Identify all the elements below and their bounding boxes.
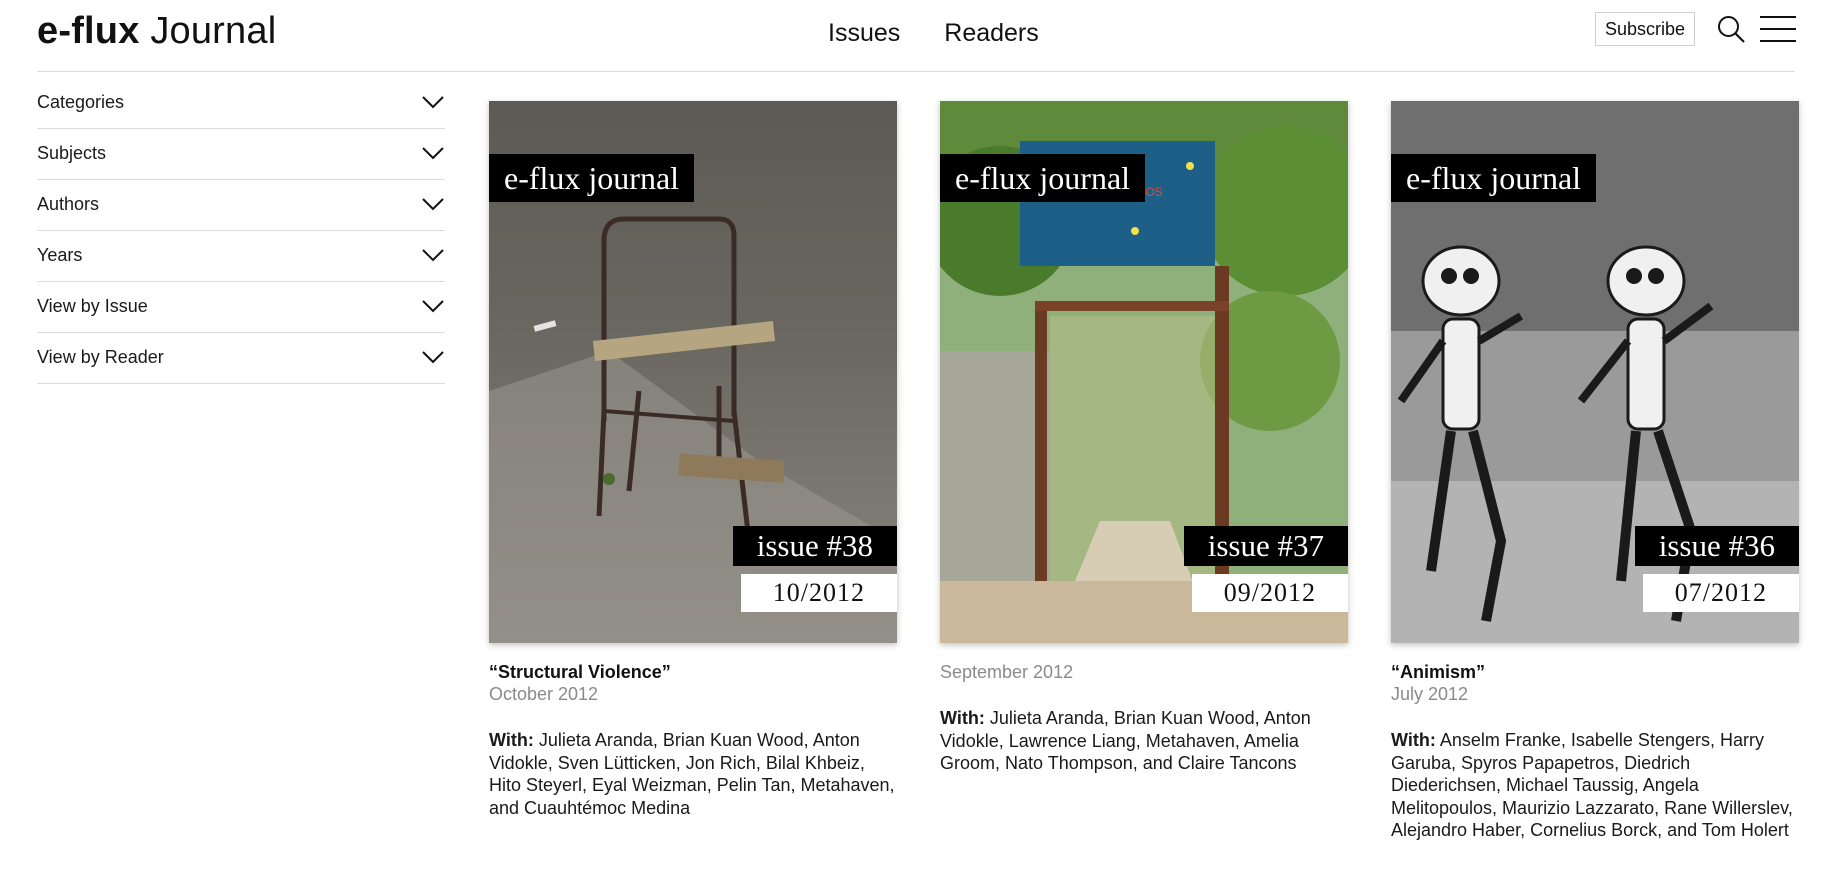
with-label: With: [489, 730, 534, 750]
issue-date-label: 10/2012 [740, 574, 897, 612]
filter-label: Authors [37, 194, 100, 214]
issue-number: issue #38 [732, 526, 897, 566]
issue-date-label: 09/2012 [1191, 574, 1348, 612]
issue-card: e-flux journal issue #38 10/2012 “Struct… [489, 101, 897, 819]
with-label: With: [940, 708, 985, 728]
search-icon[interactable] [1716, 14, 1746, 44]
chevron-down-icon [422, 351, 444, 364]
filter-subjects[interactable]: Subjects [37, 129, 445, 180]
filter-authors[interactable]: Authors [37, 180, 445, 231]
logo-product: Journal [150, 10, 277, 52]
filter-label: Years [37, 245, 83, 265]
issue-number: issue #37 [1183, 526, 1348, 566]
issue-cover[interactable]: e-flux journal issue #38 10/2012 [489, 101, 897, 643]
filter-sidebar: Categories Subjects Authors Years View b… [37, 78, 445, 384]
contributors-list: Anselm Franke, Isabelle Stengers, Harry … [1391, 730, 1793, 841]
contributors-list: Julieta Aranda, Brian Kuan Wood, Anton V… [940, 708, 1311, 774]
issue-date: September 2012 [940, 662, 1074, 682]
issue-number: issue #36 [1634, 526, 1799, 566]
journal-label: e-flux journal [1391, 154, 1597, 202]
chevron-down-icon [422, 300, 444, 313]
issue-contributors: With: Anselm Franke, Isabelle Stengers, … [1391, 729, 1799, 842]
header-divider [37, 71, 1795, 72]
chevron-down-icon [422, 249, 444, 262]
issue-date: July 2012 [1391, 684, 1469, 704]
filter-label: View by Reader [37, 347, 164, 367]
filter-label: Categories [37, 92, 125, 112]
logo-brand: e-flux [37, 10, 140, 52]
issue-contributors: With: Julieta Aranda, Brian Kuan Wood, A… [489, 729, 897, 819]
nav-readers[interactable]: Readers [944, 14, 1039, 52]
filter-label: View by Issue [37, 296, 148, 316]
chevron-down-icon [422, 198, 444, 211]
issue-title[interactable]: “Animism” [1391, 661, 1799, 683]
with-label: With: [1391, 730, 1436, 750]
filter-view-by-reader[interactable]: View by Reader [37, 333, 445, 384]
issue-date-label: 07/2012 [1642, 574, 1799, 612]
site-header: e-flux Journal Issues Readers Subscribe [0, 0, 1826, 72]
issue-date: October 2012 [489, 684, 599, 704]
hamburger-menu-icon[interactable] [1760, 14, 1796, 44]
journal-label: e-flux journal [940, 154, 1146, 202]
filter-years[interactable]: Years [37, 231, 445, 282]
nav-issues[interactable]: Issues [828, 14, 900, 52]
site-logo[interactable]: e-flux Journal [37, 6, 276, 56]
issue-cover[interactable]: JARDIN DE NIÑOS e-flux journal issue #37… [940, 101, 1348, 643]
chevron-down-icon [422, 96, 444, 109]
issue-card: e-flux journal issue #36 07/2012 “Animis… [1391, 101, 1799, 842]
main-nav: Issues Readers [828, 14, 1039, 52]
filter-label: Subjects [37, 143, 107, 163]
issue-card: JARDIN DE NIÑOS e-flux journal issue #37… [940, 101, 1348, 775]
journal-label: e-flux journal [489, 154, 695, 202]
filter-view-by-issue[interactable]: View by Issue [37, 282, 445, 333]
contributors-list: Julieta Aranda, Brian Kuan Wood, Anton V… [489, 730, 895, 818]
issue-cover[interactable]: e-flux journal issue #36 07/2012 [1391, 101, 1799, 643]
issue-contributors: With: Julieta Aranda, Brian Kuan Wood, A… [940, 707, 1348, 775]
filter-categories[interactable]: Categories [37, 78, 445, 129]
subscribe-button[interactable]: Subscribe [1595, 12, 1696, 46]
chevron-down-icon [422, 147, 444, 160]
issue-title[interactable]: “Structural Violence” [489, 661, 897, 683]
